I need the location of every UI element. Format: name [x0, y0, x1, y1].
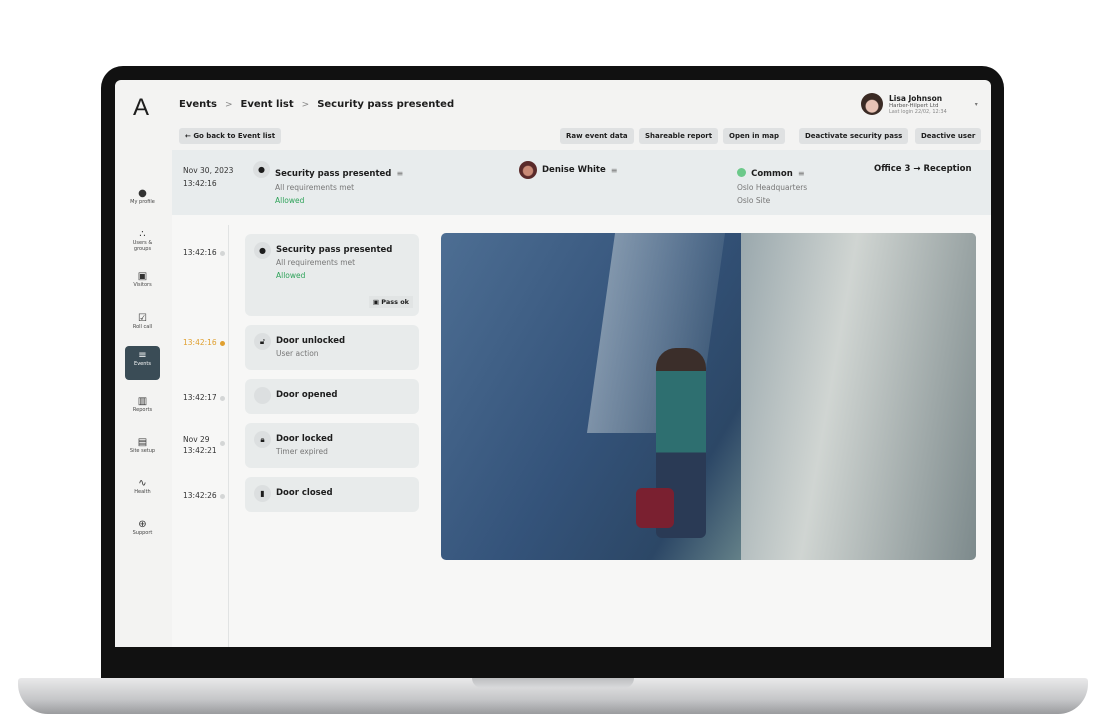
- breadcrumb-current: Security pass presented: [317, 99, 455, 110]
- badge-icon: ▣: [137, 271, 148, 282]
- group-status-dot: [737, 168, 746, 177]
- sidebar-item-visitors[interactable]: ▣ Visitors: [125, 267, 160, 301]
- door-icon: ▮: [254, 485, 271, 502]
- user-menu[interactable]: Lisa Johnson Harber-Hilpert Ltd Last log…: [861, 93, 978, 115]
- summary-event: Security pass presented: [275, 169, 392, 179]
- summary-from: Office 3: [874, 164, 911, 174]
- arrow-right-icon: →: [913, 164, 921, 174]
- pulse-icon: ∿: [138, 478, 147, 489]
- last-login: Last login 22/02, 12:34: [889, 108, 947, 115]
- chevron-down-icon[interactable]: ▾: [975, 101, 978, 108]
- deactivate-pass-button[interactable]: Deactivate security pass: [799, 128, 909, 144]
- user-icon: ●: [253, 161, 270, 178]
- sidebar-item-reports[interactable]: ▥ Reports: [125, 392, 160, 426]
- sidebar-item-health[interactable]: ∿ Health: [125, 474, 160, 508]
- card-detail: User action: [276, 349, 319, 358]
- back-label: Go back to Event list: [193, 132, 276, 140]
- sidebar-item-roll-call[interactable]: ☑ Roll call: [125, 309, 160, 343]
- card-title: Door closed: [276, 488, 333, 498]
- summary-status: Allowed: [275, 196, 305, 205]
- building-icon: ▤: [137, 437, 148, 448]
- filter-icon[interactable]: ≡: [611, 166, 618, 175]
- user-icon: ●: [254, 242, 271, 259]
- door-open-icon: [254, 387, 271, 404]
- sidebar: ● My profile ∴ Users & groups ▣ Visitors ☑ R…: [115, 175, 172, 647]
- timeline-card-locked[interactable]: 🔒︎ Door locked Timer expired: [245, 423, 419, 468]
- back-button[interactable]: ← Go back to Event list: [179, 128, 282, 144]
- open-in-map-button[interactable]: Open in map: [723, 128, 785, 144]
- checklist-icon: ☑: [138, 313, 147, 324]
- summary-site-sub: Oslo Site: [737, 196, 771, 205]
- person-avatar: [519, 161, 537, 179]
- user-icon: ●: [138, 188, 147, 199]
- card-title: Door unlocked: [276, 336, 346, 346]
- timeline-dot: [220, 396, 225, 401]
- summary-to: Reception: [923, 164, 972, 174]
- summary-group: Common: [751, 169, 793, 179]
- card-status: Allowed: [276, 271, 306, 280]
- timeline-dot: [220, 251, 225, 256]
- event-summary: Nov 30, 2023 13:42:16 ● Security pass pre…: [172, 150, 991, 215]
- summary-date: Nov 30, 2023: [183, 166, 234, 175]
- timeline-line: [228, 225, 229, 647]
- pass-ok-label: Pass ok: [381, 298, 409, 306]
- filter-icon[interactable]: ≡: [396, 169, 403, 178]
- user-company: Harber-Hilpert Ltd: [889, 102, 939, 109]
- chart-icon: ▥: [137, 396, 148, 407]
- breadcrumb-event-list[interactable]: Event list: [241, 99, 294, 110]
- timeline-time: 13:42:16: [183, 248, 217, 257]
- laptop-notch: [472, 678, 634, 688]
- deactivate-user-button[interactable]: Deactive user: [915, 128, 982, 144]
- summary-time: 13:42:16: [183, 179, 217, 188]
- lock-icon: 🔒︎: [254, 431, 271, 448]
- sidebar-item-events[interactable]: ≡ Events: [125, 346, 160, 380]
- user-name: Lisa Johnson: [889, 93, 943, 103]
- sidebar-item-support[interactable]: ⊕ Support: [125, 515, 160, 549]
- app-logo[interactable]: A: [133, 94, 149, 122]
- breadcrumb-events[interactable]: Events: [179, 99, 217, 110]
- raw-event-data-button[interactable]: Raw event data: [560, 128, 634, 144]
- timeline-time: 13:42:17: [183, 393, 217, 402]
- camera-footage[interactable]: [441, 233, 976, 560]
- timeline-card-opened[interactable]: Door opened: [245, 379, 419, 414]
- filter-icon[interactable]: ≡: [798, 169, 805, 178]
- events-icon: ≡: [138, 350, 147, 361]
- sidebar-item-my-profile[interactable]: ● My profile: [125, 184, 160, 218]
- lifebuoy-icon: ⊕: [138, 519, 147, 530]
- timeline-dot-active: [220, 341, 225, 346]
- timeline-card-unlocked[interactable]: 🔓︎ Door unlocked User action: [245, 325, 419, 370]
- timeline-dot: [220, 441, 225, 446]
- handbag: [636, 488, 674, 528]
- timeline-card-closed[interactable]: ▮ Door closed: [245, 477, 419, 512]
- breadcrumb: Events > Event list > Security pass presen…: [179, 99, 455, 110]
- timeline-card-pass[interactable]: ● Security pass presented All requiremen…: [245, 234, 419, 316]
- users-icon: ∴: [139, 229, 146, 240]
- avatar: [861, 93, 883, 115]
- sidebar-item-site-setup[interactable]: ▤ Site setup: [125, 433, 160, 467]
- app-screen: A Events > Event list > Security pass pres…: [115, 80, 991, 647]
- shareable-report-button[interactable]: Shareable report: [639, 128, 719, 144]
- badge-icon: ▣: [372, 298, 382, 306]
- sidebar-item-users[interactable]: ∴ Users & groups: [125, 225, 160, 259]
- summary-detail: All requirements met: [275, 183, 355, 192]
- timeline-dot: [220, 494, 225, 499]
- timeline-time: Nov 29 13:42:21: [183, 435, 217, 455]
- unlock-icon: 🔓︎: [254, 333, 271, 350]
- summary-site: Oslo Headquarters: [737, 183, 808, 192]
- door-frame: [741, 233, 976, 560]
- card-title: Door locked: [276, 434, 333, 444]
- timeline-time: 13:42:26: [183, 491, 217, 500]
- card-title: Security pass presented: [276, 245, 393, 255]
- card-title: Door opened: [276, 390, 338, 400]
- timeline-time: 13:42:16: [183, 338, 217, 347]
- summary-person[interactable]: Denise White: [542, 165, 606, 175]
- card-detail: Timer expired: [276, 447, 328, 456]
- pass-ok-badge: ▣ Pass ok: [368, 296, 413, 308]
- card-detail: All requirements met: [276, 258, 356, 267]
